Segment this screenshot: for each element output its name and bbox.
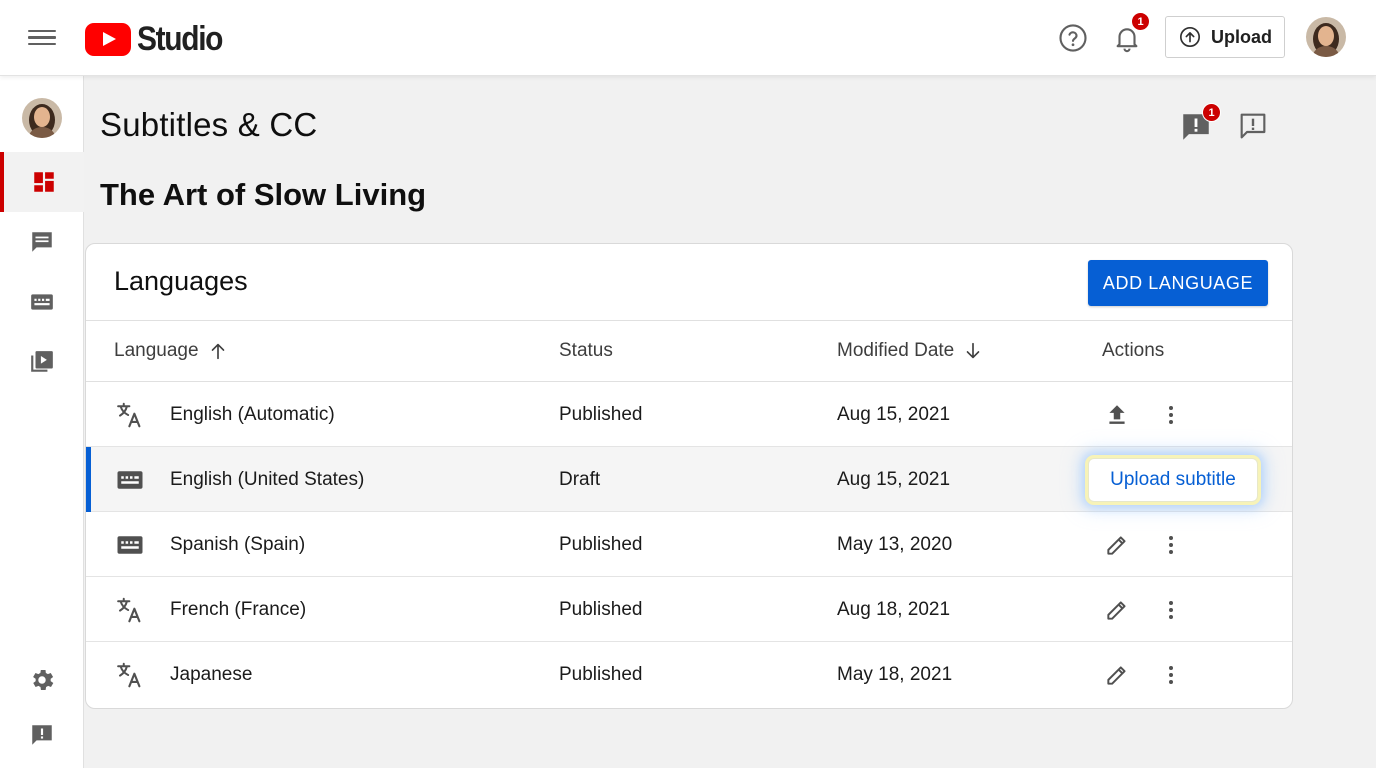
languages-heading: Languages — [114, 266, 248, 296]
column-header-language[interactable]: Language — [114, 321, 229, 381]
table-row[interactable]: Spanish (Spain) Published May 13, 2020 — [86, 512, 1292, 577]
edit-icon[interactable] — [1100, 642, 1134, 707]
upload-circle-icon — [1180, 27, 1200, 47]
feedback-count-badge: 1 — [1202, 103, 1221, 122]
account-avatar[interactable] — [1306, 17, 1346, 57]
video-library-icon — [31, 351, 53, 372]
row-status: Published — [559, 663, 643, 685]
more-options-icon[interactable] — [1158, 642, 1184, 707]
feedback-icon — [32, 725, 52, 745]
arrow-down-icon — [966, 342, 980, 359]
gear-icon — [33, 669, 54, 691]
upload-button-label: Upload — [1211, 26, 1272, 47]
more-options-icon[interactable] — [1158, 577, 1184, 642]
top-app-bar: Studio 1 Upload — [0, 0, 1376, 76]
left-navigation-rail — [0, 76, 84, 768]
page-title: Subtitles & CC — [100, 106, 318, 143]
languages-card: Languages ADD LANGUAGE Language Status M… — [85, 243, 1293, 709]
studio-logo[interactable]: Studio — [85, 20, 234, 59]
row-status: Published — [559, 403, 643, 425]
table-row[interactable]: Japanese Published May 18, 2021 — [86, 642, 1292, 708]
column-header-modified-date[interactable]: Modified Date — [837, 321, 984, 381]
row-status: Published — [559, 533, 643, 555]
table-row[interactable]: English (United States) Draft Aug 15, 20… — [86, 447, 1292, 512]
row-language: Spanish (Spain) — [170, 533, 306, 555]
column-header-status: Status — [559, 340, 613, 361]
translate-icon — [113, 577, 147, 642]
nav-settings[interactable] — [0, 651, 84, 709]
row-modified-date: May 18, 2021 — [837, 663, 953, 685]
nav-send-feedback[interactable] — [0, 706, 84, 764]
row-modified-date: Aug 15, 2021 — [837, 403, 951, 425]
row-modified-date: Aug 15, 2021 — [837, 468, 951, 490]
upload-subtitle-button[interactable]: Upload subtitle — [1088, 458, 1258, 502]
upload-icon[interactable] — [1100, 382, 1134, 447]
translate-icon — [113, 642, 147, 707]
nav-subtitles[interactable] — [0, 272, 84, 332]
more-options-icon[interactable] — [1158, 512, 1184, 577]
nav-dashboard[interactable] — [0, 152, 84, 212]
subtitles-icon — [31, 294, 53, 310]
arrow-up-icon — [211, 343, 224, 360]
report-icon[interactable] — [1237, 110, 1271, 144]
row-modified-date: Aug 18, 2021 — [837, 598, 951, 620]
edit-icon[interactable] — [1100, 577, 1134, 642]
row-language: English (United States) — [170, 468, 365, 490]
dashboard-icon — [34, 172, 54, 192]
help-icon[interactable] — [1055, 20, 1091, 56]
row-language: Japanese — [170, 663, 253, 685]
row-language: French (France) — [170, 598, 307, 620]
column-header-actions: Actions — [1102, 340, 1165, 361]
menu-icon[interactable] — [28, 26, 56, 50]
table-row[interactable]: French (France) Published Aug 18, 2021 — [86, 577, 1292, 642]
row-language: English (Automatic) — [170, 403, 335, 425]
nav-content[interactable] — [0, 332, 84, 392]
row-modified-date: May 13, 2020 — [837, 533, 953, 555]
youtube-play-icon — [85, 23, 131, 56]
row-status: Published — [559, 598, 643, 620]
upload-button[interactable]: Upload — [1165, 16, 1285, 58]
subtitles-icon — [113, 447, 147, 512]
translate-icon — [113, 382, 147, 447]
nav-comments[interactable] — [0, 212, 84, 272]
table-row[interactable]: English (Automatic) Published Aug 15, 20… — [86, 382, 1292, 447]
subtitles-icon — [113, 512, 147, 577]
more-options-icon[interactable] — [1158, 382, 1184, 447]
edit-icon[interactable] — [1100, 512, 1134, 577]
channel-avatar[interactable] — [22, 98, 62, 138]
table-header: Language Status Modified Date Actions — [86, 320, 1292, 382]
logo-text: Studio — [137, 20, 223, 58]
row-status: Draft — [559, 468, 601, 490]
add-language-button[interactable]: ADD LANGUAGE — [1088, 260, 1268, 306]
notification-count-badge: 1 — [1131, 12, 1150, 31]
comments-icon — [32, 232, 52, 252]
video-title: The Art of Slow Living — [100, 177, 427, 212]
